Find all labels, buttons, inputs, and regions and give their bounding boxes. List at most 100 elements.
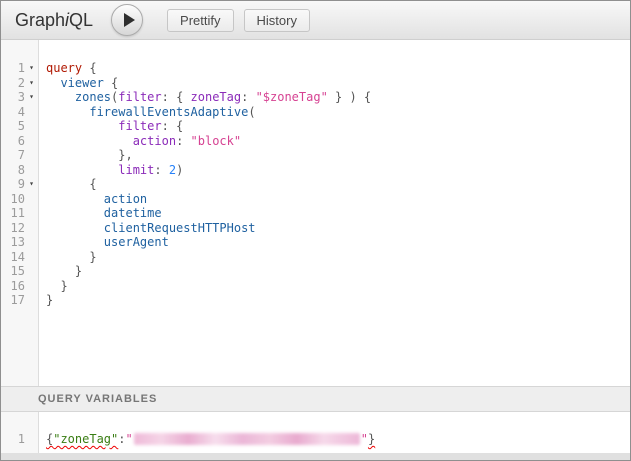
line-number: 11 — [1, 206, 25, 221]
code-line[interactable]: } — [46, 264, 630, 279]
code-token: action — [104, 192, 147, 206]
code-line[interactable]: action: "block" — [46, 134, 630, 149]
fold-arrow-icon[interactable]: ▾ — [25, 76, 38, 91]
code-token: filter — [118, 90, 161, 104]
code-token: viewer — [60, 76, 103, 90]
fold-arrow-icon[interactable]: ▾ — [25, 61, 38, 76]
code-token: } — [46, 264, 82, 278]
code-line[interactable]: limit: 2) — [46, 163, 630, 178]
code-line[interactable]: filter: { — [46, 119, 630, 134]
redacted-value — [134, 433, 360, 445]
code-token: datetime — [104, 206, 162, 220]
code-line[interactable]: zones(filter: { zoneTag: "$zoneTag" } ) … — [46, 90, 630, 105]
line-number: 13 — [1, 235, 25, 250]
line-number: 8 — [1, 163, 25, 178]
code-line[interactable]: datetime — [46, 206, 630, 221]
code-token — [46, 163, 118, 177]
query-variables-editor[interactable]: 1 {"zoneTag":""} — [1, 412, 630, 453]
line-number: 12 — [1, 221, 25, 236]
code-token: { — [104, 76, 118, 90]
query-editor-gutter: 1▾2▾3▾456789▾1011121314151617 — [1, 40, 39, 386]
play-icon — [124, 13, 135, 27]
code-token: }, — [46, 148, 133, 162]
code-token: } — [368, 432, 375, 446]
variables-line-number: 1 — [1, 432, 25, 447]
code-line[interactable]: }, — [46, 148, 630, 163]
code-token: action — [133, 134, 176, 148]
code-token: : { — [162, 90, 191, 104]
graphiql-window: GraphiQL Prettify History 1▾2▾3▾456789▾1… — [0, 0, 631, 461]
code-line[interactable]: query { — [46, 61, 630, 76]
code-token: } — [46, 293, 53, 307]
fold-arrow-icon[interactable]: ▾ — [25, 90, 38, 105]
code-line[interactable]: action — [46, 192, 630, 207]
code-token: } ) { — [328, 90, 371, 104]
code-line[interactable]: } — [46, 293, 630, 308]
history-button[interactable]: History — [244, 9, 310, 32]
code-token: : — [118, 432, 125, 446]
code-token: ) — [176, 163, 183, 177]
code-token: 2 — [169, 163, 176, 177]
code-token: } — [46, 279, 68, 293]
line-number: 6 — [1, 134, 25, 149]
code-token: } — [46, 250, 97, 264]
prettify-button[interactable]: Prettify — [167, 9, 233, 32]
line-number: 9 — [1, 177, 25, 192]
graphiql-logo: GraphiQL — [15, 10, 93, 31]
variables-editor-code[interactable]: {"zoneTag":""} — [39, 412, 630, 453]
logo-text-ql: QL — [69, 10, 93, 30]
query-variables-header[interactable]: QUERY VARIABLES — [1, 386, 630, 412]
query-editor[interactable]: 1▾2▾3▾456789▾1011121314151617 query { vi… — [1, 40, 630, 386]
line-number: 17 — [1, 293, 25, 308]
code-line[interactable]: } — [46, 250, 630, 265]
code-token: limit — [118, 163, 154, 177]
code-token — [46, 76, 60, 90]
line-number: 7 — [1, 148, 25, 163]
code-line[interactable]: } — [46, 279, 630, 294]
code-line[interactable]: { — [46, 177, 630, 192]
code-token — [46, 206, 104, 220]
toolbar: GraphiQL Prettify History — [1, 1, 630, 40]
code-token: : { — [162, 119, 184, 133]
code-token: firewallEventsAdaptive — [89, 105, 248, 119]
code-token — [46, 192, 104, 206]
code-token: ( — [248, 105, 255, 119]
code-token — [46, 235, 104, 249]
execute-query-button[interactable] — [111, 4, 143, 36]
line-number: 15 — [1, 264, 25, 279]
code-token: : — [241, 90, 255, 104]
code-token — [46, 105, 89, 119]
code-line[interactable]: userAgent — [46, 235, 630, 250]
line-number: 2 — [1, 76, 25, 91]
code-token: " — [126, 432, 133, 446]
code-line[interactable]: firewallEventsAdaptive( — [46, 105, 630, 120]
code-token: userAgent — [104, 235, 169, 249]
code-token — [46, 134, 133, 148]
line-number: 1 — [1, 61, 25, 76]
code-line[interactable]: clientRequestHTTPHost — [46, 221, 630, 236]
line-number: 4 — [1, 105, 25, 120]
variables-editor-gutter: 1 — [1, 412, 39, 453]
code-token — [46, 119, 118, 133]
code-token: "block" — [191, 134, 242, 148]
code-token: "$zoneTag" — [256, 90, 328, 104]
query-variables-title: QUERY VARIABLES — [38, 393, 157, 405]
code-token: filter — [118, 119, 161, 133]
code-token: zones — [75, 90, 111, 104]
fold-arrow-icon[interactable]: ▾ — [25, 177, 38, 192]
code-token: { — [46, 177, 97, 191]
code-token: { — [82, 61, 96, 75]
query-editor-code[interactable]: query { viewer { zones(filter: { zoneTag… — [39, 40, 630, 386]
code-token: zoneTag — [191, 90, 242, 104]
line-number: 16 — [1, 279, 25, 294]
code-token — [46, 90, 75, 104]
code-line[interactable]: viewer { — [46, 76, 630, 91]
line-number: 3 — [1, 90, 25, 105]
code-token: " — [361, 432, 368, 446]
code-token: "zoneTag" — [53, 432, 118, 446]
line-number: 14 — [1, 250, 25, 265]
variables-line[interactable]: {"zoneTag":""} — [46, 432, 630, 447]
line-number: 10 — [1, 192, 25, 207]
code-token: : — [154, 163, 168, 177]
code-token: : — [176, 134, 190, 148]
